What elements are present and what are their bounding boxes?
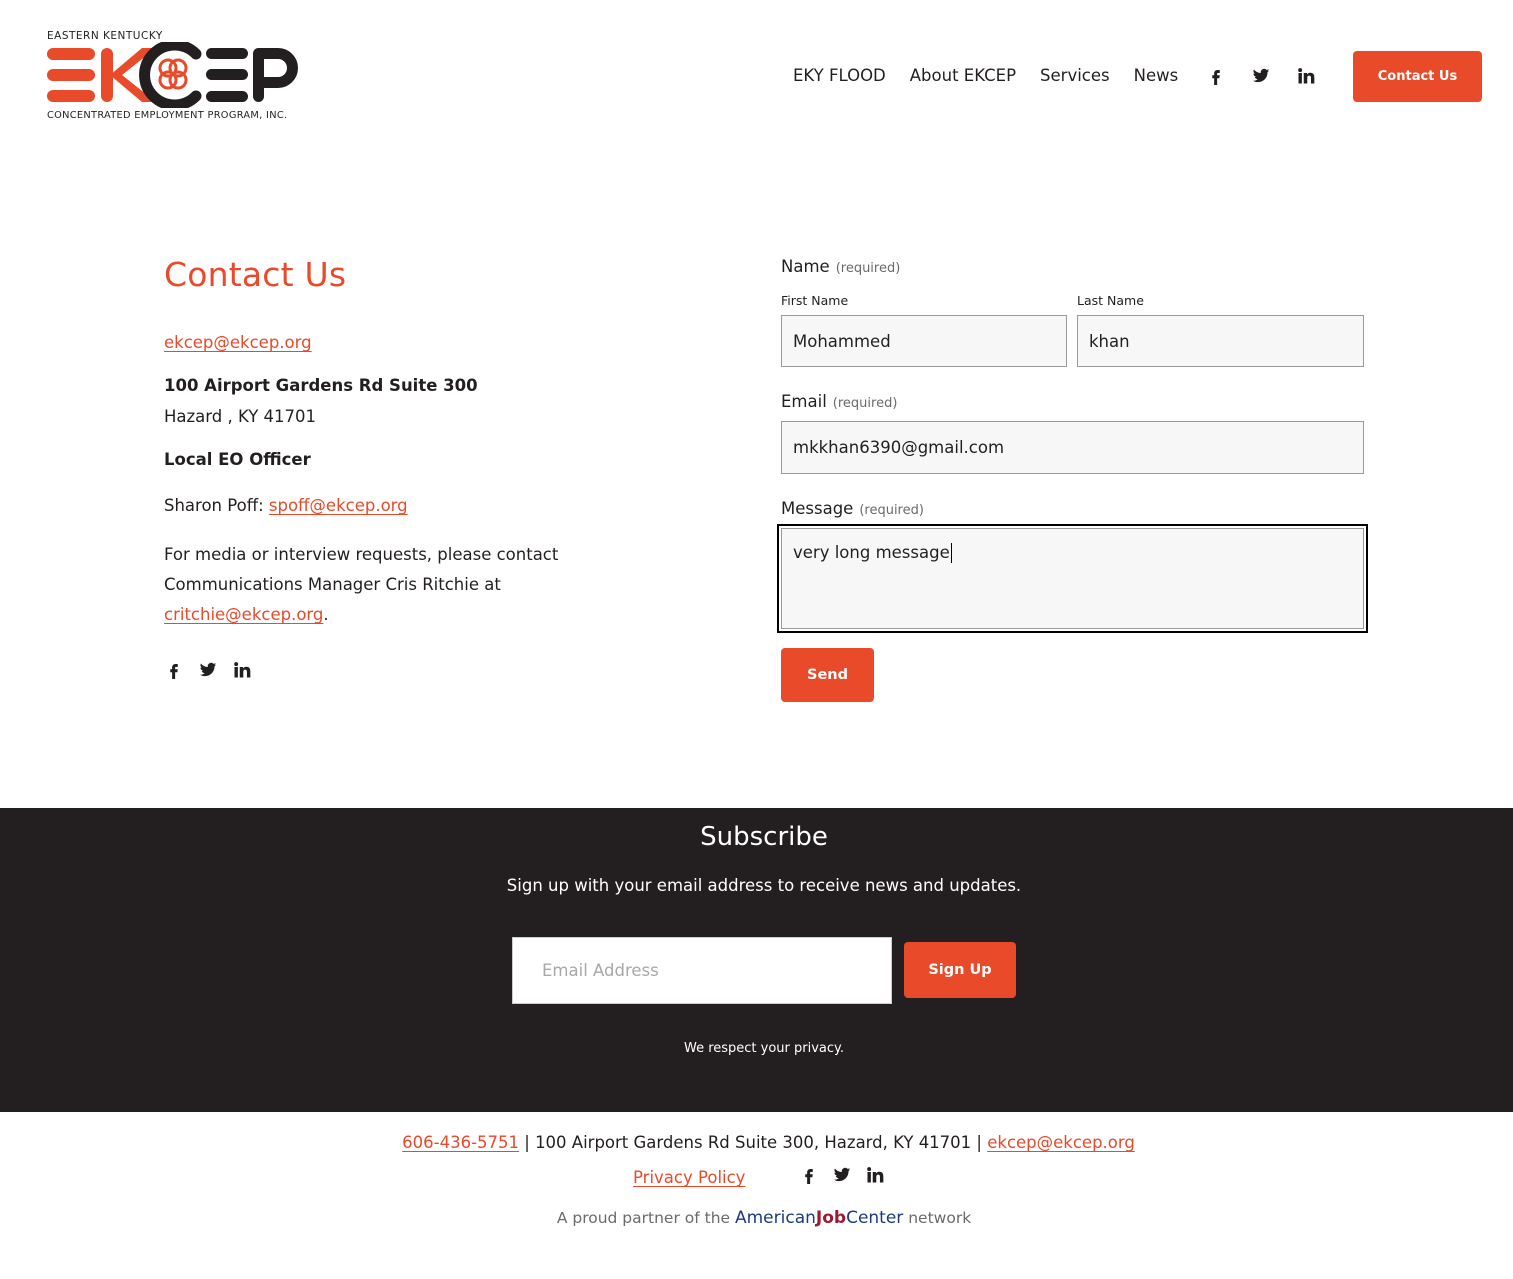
header-social-links — [1206, 66, 1316, 86]
subscribe-description: Sign up with your email address to recei… — [506, 876, 1022, 895]
twitter-icon[interactable] — [832, 1165, 852, 1185]
contact-info: Contact Us ekcep@ekcep.org 100 Airport G… — [164, 255, 604, 679]
first-name-label: First Name — [781, 293, 849, 308]
footer-phone-link[interactable]: 606-436-5751 — [402, 1133, 519, 1152]
email-label: Email (required) — [781, 392, 897, 411]
footer-social-links — [799, 1165, 885, 1185]
required-marker: (required) — [835, 261, 901, 276]
subscribe-section: Subscribe Sign up with your email addres… — [0, 808, 1513, 1112]
media-contact-text: For media or interview requests, please … — [164, 540, 584, 630]
contact-social-links — [164, 660, 252, 680]
partner-line: A proud partner of the AmericanJobCenter… — [0, 1208, 1513, 1228]
media-contact-sentence: For media or interview requests, please … — [164, 545, 559, 594]
nav-item-about-ekcep[interactable]: About EKCEP — [910, 66, 1016, 85]
ajc-center: Center — [846, 1208, 904, 1228]
linkedin-icon[interactable] — [865, 1165, 885, 1185]
eo-officer-line: Sharon Poff: spoff@ekcep.org — [164, 496, 408, 515]
required-marker: (required) — [859, 503, 924, 518]
logo-mark — [47, 42, 298, 108]
facebook-icon[interactable] — [164, 660, 184, 680]
eo-officer-name: Sharon Poff: — [164, 496, 269, 515]
message-field[interactable]: very long message — [777, 524, 1368, 633]
media-suffix: . — [323, 605, 329, 624]
site-header: EASTERN KENTUCKY CONCENTRATED EMPLOYMENT… — [0, 0, 1513, 150]
media-email-link[interactable]: critchie@ekcep.org — [164, 605, 323, 624]
footer-address: | 100 Airport Gardens Rd Suite 300, Haza… — [519, 1133, 988, 1152]
eo-officer-heading: Local EO Officer — [164, 450, 311, 469]
footer-email-link[interactable]: ekcep@ekcep.org — [987, 1133, 1135, 1152]
last-name-label: Last Name — [1077, 293, 1144, 308]
ajc-job: Job — [815, 1208, 847, 1228]
name-label: Name (required) — [781, 257, 900, 276]
privacy-note: We respect your privacy. — [683, 1041, 845, 1056]
email-label-text: Email — [781, 392, 827, 411]
message-label: Message (required) — [781, 499, 924, 518]
twitter-icon[interactable] — [1251, 66, 1271, 86]
twitter-icon[interactable] — [198, 660, 218, 680]
ajc-american: American — [734, 1208, 816, 1228]
privacy-policy-link[interactable]: Privacy Policy — [633, 1168, 745, 1187]
nav-item-eky-flood[interactable]: EKY FLOOD — [793, 66, 886, 85]
linkedin-icon[interactable] — [232, 660, 252, 680]
email-field[interactable]: mkkhan6390@gmail.com — [781, 421, 1364, 474]
message-text: very long message — [793, 543, 950, 562]
logo-bottom-text: CONCENTRATED EMPLOYMENT PROGRAM, INC. — [47, 110, 288, 121]
partner-prefix: A proud partner of the — [556, 1209, 735, 1227]
last-name-field[interactable]: khan — [1077, 315, 1364, 367]
site-footer: 606-436-5751 | 100 Airport Gardens Rd Su… — [0, 1112, 1513, 1279]
contact-us-button[interactable]: Contact Us — [1353, 51, 1482, 102]
name-label-text: Name — [781, 257, 830, 276]
first-name-field[interactable]: Mohammed — [781, 315, 1067, 367]
linkedin-icon[interactable] — [1296, 66, 1316, 86]
eo-officer-email-link[interactable]: spoff@ekcep.org — [269, 496, 408, 515]
nav-item-services[interactable]: Services — [1040, 66, 1110, 85]
nav-item-news[interactable]: News — [1134, 66, 1179, 85]
ekcep-logo[interactable]: EASTERN KENTUCKY CONCENTRATED EMPLOYMENT… — [46, 28, 302, 128]
address-line-2: Hazard , KY 41701 — [164, 407, 317, 426]
required-marker: (required) — [832, 396, 898, 411]
text-caret — [950, 543, 952, 563]
sign-up-button[interactable]: Sign Up — [904, 942, 1016, 998]
logo-top-text: EASTERN KENTUCKY — [47, 30, 163, 42]
subscribe-title: Subscribe — [700, 822, 828, 852]
page-title: Contact Us — [164, 255, 347, 294]
partner-suffix: network — [903, 1209, 972, 1227]
facebook-icon[interactable] — [1206, 66, 1226, 86]
address-line-1: 100 Airport Gardens Rd Suite 300 — [164, 376, 478, 395]
facebook-icon[interactable] — [799, 1165, 819, 1185]
main-nav: EKY FLOOD About EKCEP Services News — [793, 66, 1202, 85]
message-label-text: Message — [781, 499, 854, 518]
american-job-center-logo: AmericanJobCenter — [735, 1208, 903, 1228]
send-button[interactable]: Send — [781, 648, 874, 702]
subscribe-email-input[interactable]: Email Address — [512, 937, 892, 1004]
footer-contact-line: 606-436-5751 | 100 Airport Gardens Rd Su… — [0, 1133, 1513, 1152]
contact-email-link[interactable]: ekcep@ekcep.org — [164, 333, 312, 352]
